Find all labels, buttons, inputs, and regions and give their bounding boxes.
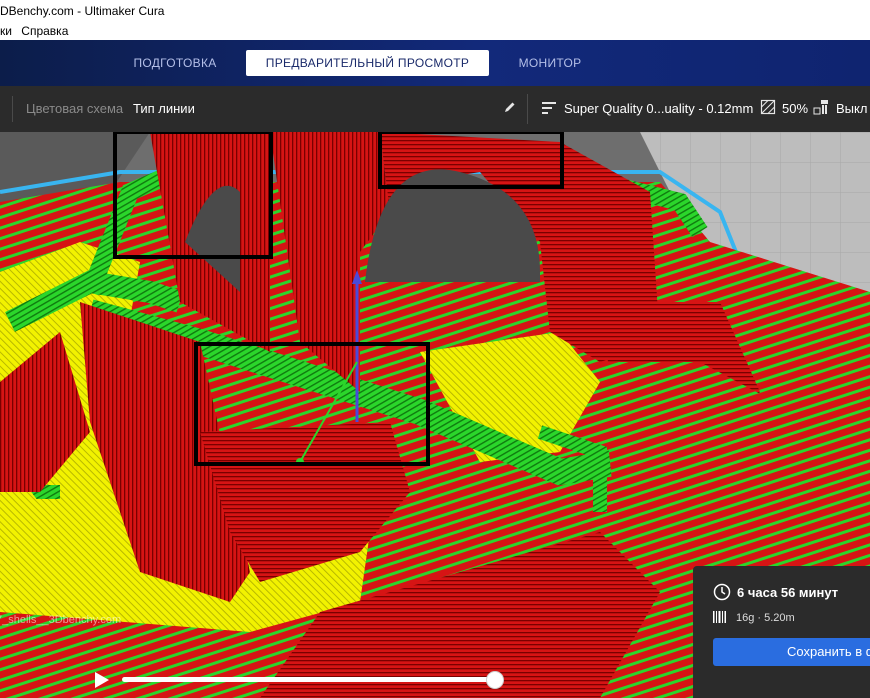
- menu-bar: ки Справка: [0, 22, 870, 40]
- clock-icon: [713, 583, 731, 606]
- tab-preview[interactable]: ПРЕДВАРИТЕЛЬНЫЙ ПРОСМОТР: [246, 50, 489, 76]
- infill-icon: [760, 99, 776, 118]
- watermark-text: 7_shells__3Dbenchy.com: [0, 614, 122, 626]
- play-icon: [95, 672, 109, 688]
- play-button[interactable]: [92, 670, 112, 690]
- spool-icon: [713, 610, 729, 629]
- support-value[interactable]: Выкл: [836, 101, 867, 116]
- menu-item-extensions[interactable]: ки: [0, 24, 12, 38]
- print-job-panel: 6 часа 56 минут 16g · 5.20m Сохранить в …: [693, 566, 870, 698]
- tab-prepare[interactable]: ПОДГОТОВКА: [120, 50, 230, 76]
- path-slider-track[interactable]: [122, 677, 494, 682]
- color-scheme-label: Цветовая схема: [26, 101, 124, 116]
- window-title-text: DBenchy.com - Ultimaker Cura: [0, 4, 165, 18]
- toolbar-divider: [12, 96, 13, 122]
- save-to-file-button[interactable]: Сохранить в файл: [713, 638, 870, 666]
- simulation-slider: [78, 662, 518, 698]
- stage-bar: ПОДГОТОВКА ПРЕДВАРИТЕЛЬНЫЙ ПРОСМОТР МОНИ…: [0, 40, 870, 86]
- print-time: 6 часа 56 минут: [737, 585, 839, 600]
- pencil-icon[interactable]: [503, 100, 517, 117]
- tab-monitor[interactable]: МОНИТОР: [505, 50, 595, 76]
- menu-item-help[interactable]: Справка: [21, 24, 68, 38]
- color-scheme-select[interactable]: Тип линии: [133, 101, 195, 116]
- toolbar-divider-2: [527, 94, 528, 124]
- view-toolbar: Цветовая схема Тип линии Super Quality 0…: [0, 86, 870, 132]
- infill-value[interactable]: 50%: [782, 101, 808, 116]
- print-profile-select[interactable]: Super Quality 0...uality - 0.12mm: [564, 101, 753, 116]
- support-icon: [813, 99, 829, 118]
- print-profile-icon: [541, 100, 557, 119]
- path-slider-handle[interactable]: [486, 671, 504, 689]
- material-usage: 16g · 5.20m: [736, 612, 795, 624]
- window-title: DBenchy.com - Ultimaker Cura: [0, 0, 870, 22]
